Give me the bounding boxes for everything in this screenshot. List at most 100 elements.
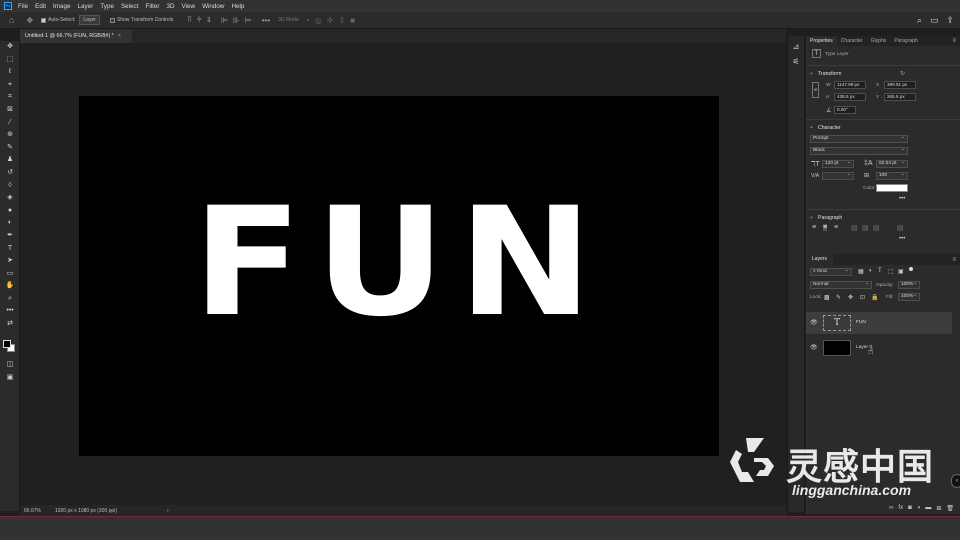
panel-menu-icon[interactable]: ≡ <box>952 38 956 44</box>
more-options-icon[interactable]: ••• <box>262 16 270 25</box>
align-left-text-icon[interactable]: ≡ <box>812 224 816 231</box>
layer-row-fun[interactable]: 👁 T FUN <box>806 312 952 334</box>
more-options-icon[interactable]: ••• <box>899 196 905 202</box>
width-field[interactable]: 1147.99 px <box>834 81 866 89</box>
lock-artboard-icon[interactable]: ⊡ <box>860 294 865 301</box>
canvas-area[interactable]: FUN <box>21 43 786 505</box>
scroll-handle-icon[interactable]: ‹ <box>951 474 960 488</box>
fill-field[interactable]: 100% <box>898 293 920 301</box>
frame-tool-icon[interactable]: ⊠ <box>0 104 20 117</box>
justify-all-icon[interactable]: ▤ <box>897 224 904 232</box>
lasso-tool-icon[interactable]: ℓ <box>0 66 20 79</box>
angle-field[interactable]: 0.00° <box>834 106 856 114</box>
healing-brush-tool-icon[interactable]: ⊕ <box>0 129 20 142</box>
auto-select-checkbox[interactable]: Auto-Select: <box>41 17 75 23</box>
3d-roll-icon[interactable]: ◎ <box>315 16 322 25</box>
filter-toggle-icon[interactable] <box>909 267 913 271</box>
zoom-level[interactable]: 66.67% <box>24 508 41 514</box>
canvas-text-fun[interactable]: FUN <box>57 188 742 338</box>
foreground-color-swatch[interactable] <box>3 340 11 348</box>
paint-bucket-tool-icon[interactable]: ◈ <box>0 192 20 205</box>
brush-tool-icon[interactable]: ✎ <box>0 142 20 155</box>
align-center-text-icon[interactable]: ≡ <box>823 224 828 231</box>
align-right-icon[interactable]: ⊨ <box>245 16 252 25</box>
type-tool-icon[interactable]: T <box>0 243 20 256</box>
menu-file[interactable]: File <box>18 3 28 10</box>
menu-image[interactable]: Image <box>53 3 71 10</box>
screen-mode-icon[interactable]: ▣ <box>0 372 20 385</box>
layer-select-dropdown[interactable]: Layer <box>79 15 100 25</box>
search-icon[interactable]: ⌕ <box>917 15 922 26</box>
filter-shape-icon[interactable]: ⬚ <box>888 268 894 275</box>
reset-transform-icon[interactable]: ↻ <box>900 70 905 77</box>
quick-select-tool-icon[interactable]: ⌖ <box>0 79 20 92</box>
align-top-icon[interactable]: ⫪ <box>187 15 192 25</box>
lock-all-icon[interactable]: 🔒 <box>871 294 878 301</box>
menu-select[interactable]: Select <box>121 3 139 10</box>
height-field[interactable]: 439.5 px <box>834 93 866 101</box>
text-color-swatch[interactable] <box>876 184 908 192</box>
blend-mode-dropdown[interactable]: Normal <box>810 281 872 289</box>
move-tool-icon[interactable]: ✥ <box>26 16 33 25</box>
eraser-tool-icon[interactable]: ◊ <box>0 180 20 193</box>
align-left-icon[interactable]: ⊫ <box>221 16 228 25</box>
lock-transparent-icon[interactable]: ▩ <box>824 294 830 301</box>
3d-scale-icon[interactable]: ■ <box>350 16 355 25</box>
leading-dropdown[interactable]: 62.04 pt <box>876 160 908 168</box>
filter-pixel-icon[interactable]: ▦ <box>858 268 864 275</box>
document-tab[interactable]: Untitled-1 @ 66.7% (FUN, RGB/8#) * × <box>20 29 132 43</box>
tracking-dropdown[interactable]: 100 <box>876 172 908 180</box>
adjustments-icon[interactable]: ⊿ <box>788 42 804 51</box>
more-tools-icon[interactable]: ••• <box>0 305 20 318</box>
lock-position-icon[interactable]: ✥ <box>848 294 853 301</box>
close-icon[interactable]: × <box>118 33 121 39</box>
home-icon[interactable]: ⌂ <box>9 15 14 25</box>
y-field[interactable]: 265.5 px <box>884 93 916 101</box>
align-right-text-icon[interactable]: ≡ <box>834 224 838 231</box>
justify-center-icon[interactable]: ▤ <box>862 224 869 232</box>
menu-layer[interactable]: Layer <box>78 3 94 10</box>
layer-name[interactable]: FUN <box>856 320 866 325</box>
3d-orbit-icon[interactable]: ◔ <box>305 16 310 25</box>
share-icon[interactable]: ⇪ <box>946 15 954 26</box>
status-arrow-icon[interactable]: › <box>167 508 169 514</box>
dodge-tool-icon[interactable]: ◐ <box>0 217 20 230</box>
show-transform-checkbox[interactable]: Show Transform Controls <box>109 17 173 23</box>
font-style-dropdown[interactable]: Black <box>810 147 908 155</box>
eye-icon[interactable]: 👁 <box>810 319 818 326</box>
history-brush-tool-icon[interactable]: ↺ <box>0 167 20 180</box>
3d-slide-icon[interactable]: ⇳ <box>338 16 345 25</box>
menu-view[interactable]: View <box>182 3 196 10</box>
marquee-tool-icon[interactable]: ⬚ <box>0 54 20 67</box>
lock-image-icon[interactable]: ✎ <box>836 294 841 301</box>
blur-tool-icon[interactable]: ● <box>0 205 20 218</box>
zoom-tool-icon[interactable]: ⌕ <box>0 293 20 306</box>
transform-section-title[interactable]: Transform <box>806 67 960 80</box>
eyedropper-tool-icon[interactable]: ⁄ <box>0 117 20 130</box>
kerning-dropdown[interactable] <box>822 172 854 180</box>
eye-icon[interactable]: 👁 <box>810 344 818 351</box>
panel-menu-icon[interactable]: ≡ <box>952 257 956 263</box>
hand-tool-icon[interactable]: ✋ <box>0 280 20 293</box>
menu-type[interactable]: Type <box>100 3 114 10</box>
tab-glyphs[interactable]: Glyphs <box>867 36 891 46</box>
filter-smart-object-icon[interactable]: ▣ <box>898 268 904 275</box>
path-selection-tool-icon[interactable]: ➤ <box>0 255 20 268</box>
clone-stamp-tool-icon[interactable]: ♟ <box>0 154 20 167</box>
quick-mask-icon[interactable]: ◫ <box>0 359 20 372</box>
more-options-icon[interactable]: ••• <box>899 236 905 242</box>
font-size-dropdown[interactable]: 120 pt <box>822 160 854 168</box>
crop-tool-icon[interactable]: ⌗ <box>0 91 20 104</box>
filter-type-icon[interactable]: T <box>878 268 882 274</box>
workspace-icon[interactable]: ▭ <box>930 15 939 26</box>
opacity-field[interactable]: 100% <box>898 281 920 289</box>
filter-adjustment-icon[interactable]: ◑ <box>868 268 872 274</box>
document-canvas[interactable]: FUN <box>79 96 719 456</box>
menu-3d[interactable]: 3D <box>166 3 174 10</box>
justify-right-icon[interactable]: ▤ <box>873 224 880 232</box>
tab-paragraph[interactable]: Paragraph <box>890 36 921 46</box>
font-family-dropdown[interactable]: Prompt <box>810 135 908 143</box>
menu-help[interactable]: Help <box>231 3 244 10</box>
move-tool-icon[interactable]: ✥ <box>0 41 20 54</box>
justify-left-icon[interactable]: ▤ <box>851 224 858 232</box>
